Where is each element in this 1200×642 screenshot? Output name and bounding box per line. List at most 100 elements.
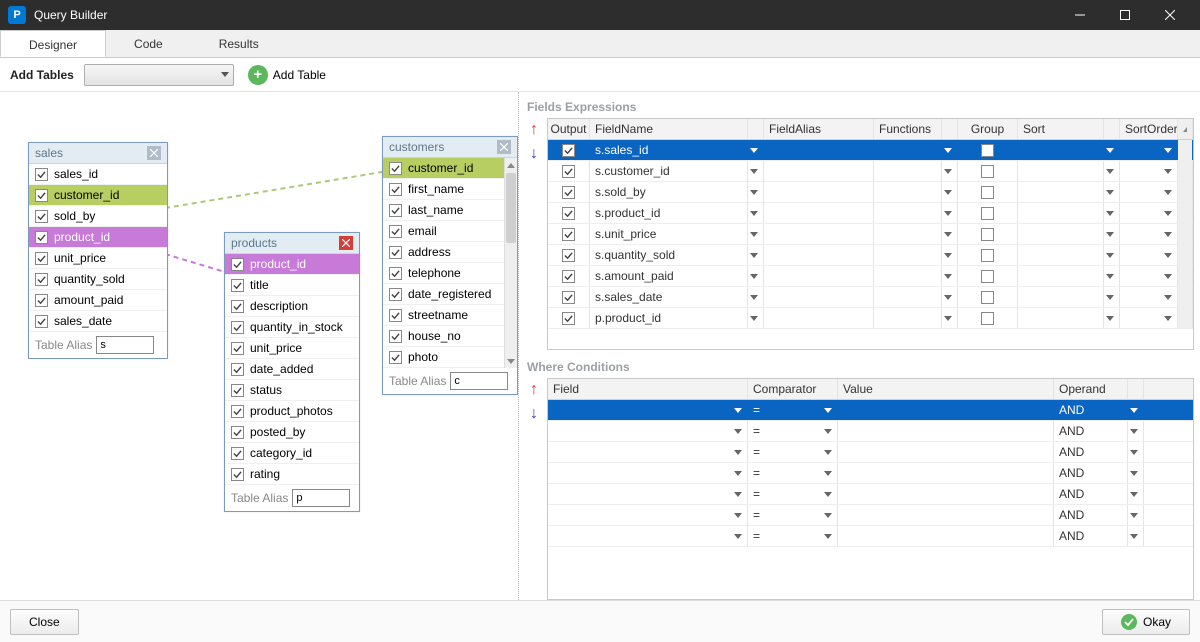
where-operand-cell[interactable]: AND	[1054, 505, 1128, 525]
close-window-button[interactable]	[1147, 0, 1192, 30]
group-checkbox[interactable]	[981, 186, 994, 199]
fieldname-cell[interactable]: s.sold_by	[590, 182, 748, 202]
checkbox-icon[interactable]	[389, 246, 402, 259]
fieldname-cell[interactable]: s.quantity_sold	[590, 245, 748, 265]
field-row[interactable]: first_name	[383, 179, 504, 200]
table-alias-input-sales[interactable]	[96, 336, 154, 354]
scroll-up-icon[interactable]	[1178, 119, 1193, 139]
sortorder-cell[interactable]	[1120, 308, 1178, 328]
where-condition-row[interactable]: =AND	[548, 484, 1193, 505]
scroll-down-icon[interactable]	[505, 354, 517, 368]
fieldalias-cell[interactable]	[764, 203, 874, 223]
checkbox-icon[interactable]	[231, 321, 244, 334]
fields-expression-row[interactable]: s.amount_paid	[548, 266, 1193, 287]
tab-results[interactable]: Results	[191, 30, 287, 57]
dropdown-icon[interactable]	[1128, 463, 1144, 483]
dropdown-icon[interactable]	[1104, 182, 1120, 202]
fieldname-cell[interactable]: s.product_id	[590, 203, 748, 223]
dropdown-icon[interactable]	[942, 308, 958, 328]
dropdown-icon[interactable]	[942, 224, 958, 244]
dropdown-icon[interactable]	[942, 245, 958, 265]
where-value-cell[interactable]	[838, 463, 1054, 483]
dropdown-icon[interactable]	[748, 245, 764, 265]
field-row[interactable]: quantity_in_stock	[225, 317, 359, 338]
move-down-button[interactable]: ↓	[530, 406, 538, 422]
field-row[interactable]: description	[225, 296, 359, 317]
dropdown-icon[interactable]	[1128, 400, 1144, 420]
fields-expression-row[interactable]: s.sales_id	[548, 140, 1193, 161]
where-field-cell[interactable]	[548, 505, 748, 525]
fields-expression-row[interactable]: s.product_id	[548, 203, 1193, 224]
dropdown-icon[interactable]	[1104, 140, 1120, 160]
fieldalias-cell[interactable]	[764, 308, 874, 328]
checkbox-icon[interactable]	[231, 300, 244, 313]
tab-designer[interactable]: Designer	[0, 30, 106, 57]
dropdown-icon[interactable]	[942, 161, 958, 181]
where-comparator-cell[interactable]: =	[748, 421, 838, 441]
scroll-thumb[interactable]	[506, 173, 516, 243]
checkbox-icon[interactable]	[389, 351, 402, 364]
dropdown-icon[interactable]	[1104, 266, 1120, 286]
checkbox-icon[interactable]	[389, 309, 402, 322]
checkbox-icon[interactable]	[35, 168, 48, 181]
fieldalias-cell[interactable]	[764, 224, 874, 244]
output-checkbox[interactable]	[562, 291, 575, 304]
col-comparator[interactable]: Comparator	[748, 379, 838, 399]
where-value-cell[interactable]	[838, 526, 1054, 546]
fields-expression-row[interactable]: s.quantity_sold	[548, 245, 1193, 266]
where-field-cell[interactable]	[548, 463, 748, 483]
where-condition-row[interactable]: =AND	[548, 421, 1193, 442]
where-operand-cell[interactable]: AND	[1054, 400, 1128, 420]
field-row[interactable]: product_id	[225, 254, 359, 275]
col-fieldalias[interactable]: FieldAlias	[764, 119, 874, 139]
where-field-cell[interactable]	[548, 442, 748, 462]
close-icon[interactable]	[497, 140, 511, 154]
where-condition-row[interactable]: =AND	[548, 400, 1193, 421]
minimize-button[interactable]	[1057, 0, 1102, 30]
checkbox-icon[interactable]	[35, 273, 48, 286]
dropdown-icon[interactable]	[942, 182, 958, 202]
scrollbar[interactable]	[504, 158, 517, 368]
checkbox-icon[interactable]	[231, 279, 244, 292]
checkbox-icon[interactable]	[35, 252, 48, 265]
sort-cell[interactable]	[1018, 245, 1104, 265]
where-field-cell[interactable]	[548, 400, 748, 420]
field-row[interactable]: address	[383, 242, 504, 263]
sort-cell[interactable]	[1018, 203, 1104, 223]
where-value-cell[interactable]	[838, 442, 1054, 462]
sort-cell[interactable]	[1018, 182, 1104, 202]
group-checkbox[interactable]	[981, 228, 994, 241]
field-row[interactable]: photo	[383, 347, 504, 368]
where-comparator-cell[interactable]: =	[748, 505, 838, 525]
output-checkbox[interactable]	[562, 144, 575, 157]
fields-expression-row[interactable]: s.customer_id	[548, 161, 1193, 182]
dropdown-icon[interactable]	[748, 308, 764, 328]
where-value-cell[interactable]	[838, 421, 1054, 441]
sortorder-cell[interactable]	[1120, 224, 1178, 244]
where-operand-cell[interactable]: AND	[1054, 526, 1128, 546]
where-condition-row[interactable]: = AND	[548, 505, 1193, 526]
where-value-cell[interactable]	[838, 484, 1054, 504]
col-sortorder[interactable]: SortOrder	[1120, 119, 1178, 139]
dropdown-icon[interactable]	[1104, 203, 1120, 223]
sortorder-cell[interactable]	[1120, 287, 1178, 307]
table-alias-input-products[interactable]	[292, 489, 350, 507]
group-checkbox[interactable]	[981, 165, 994, 178]
functions-cell[interactable]	[874, 161, 942, 181]
functions-cell[interactable]	[874, 224, 942, 244]
where-operand-cell[interactable]: AND	[1054, 442, 1128, 462]
checkbox-icon[interactable]	[389, 225, 402, 238]
where-field-cell[interactable]	[548, 484, 748, 504]
where-operand-cell[interactable]: AND	[1054, 484, 1128, 504]
where-comparator-cell[interactable]: =	[748, 526, 838, 546]
checkbox-icon[interactable]	[231, 384, 244, 397]
fields-expression-row[interactable]: p.product_id	[548, 308, 1193, 329]
where-value-cell[interactable]	[838, 400, 1054, 420]
tab-code[interactable]: Code	[106, 30, 191, 57]
field-row[interactable]: category_id	[225, 443, 359, 464]
checkbox-icon[interactable]	[389, 183, 402, 196]
field-row[interactable]: unit_price	[29, 248, 167, 269]
field-row[interactable]: sold_by	[29, 206, 167, 227]
col-group[interactable]: Group	[958, 119, 1018, 139]
output-checkbox[interactable]	[562, 249, 575, 262]
